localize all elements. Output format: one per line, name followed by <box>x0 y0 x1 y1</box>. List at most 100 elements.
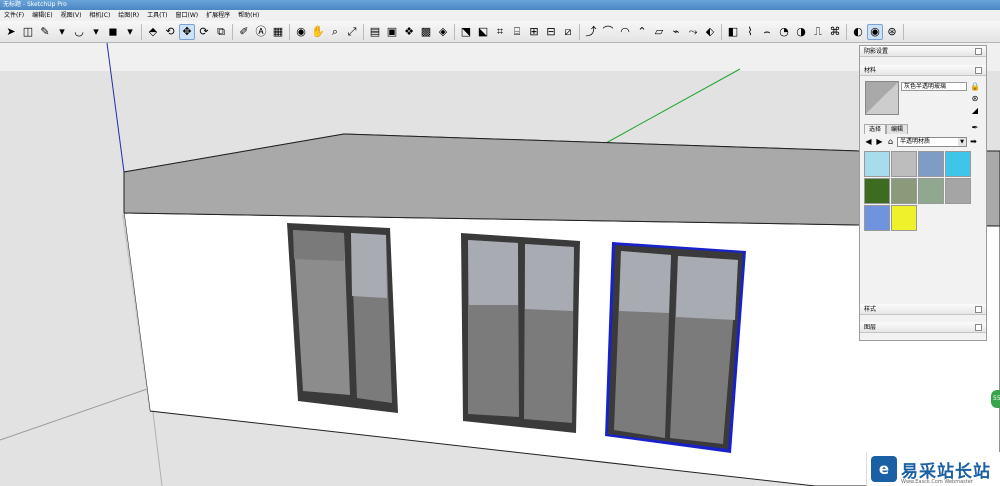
toolbar-tool-icon[interactable]: ⌸ <box>509 24 525 40</box>
material-swatch[interactable] <box>891 151 917 177</box>
toolbar-tool-icon[interactable]: ✋ <box>310 24 326 40</box>
toolbar-tool-icon[interactable]: ⊛ <box>884 24 900 40</box>
toolbar-tool-icon[interactable]: ⬖ <box>702 24 718 40</box>
toolbar-tool-icon[interactable]: ◼ <box>105 24 121 40</box>
toolbar-tool-icon[interactable]: ◉ <box>867 23 883 40</box>
tray-close-icon[interactable] <box>975 48 982 55</box>
home-icon[interactable]: ⌂ <box>886 137 895 146</box>
toolbar-tool-icon[interactable]: ▾ <box>122 24 138 40</box>
toolbar-tool-icon[interactable]: ⌒ <box>600 24 616 40</box>
toolbar-tool-icon[interactable]: ⌘ <box>827 24 843 40</box>
toolbar-tool-icon[interactable]: ➤ <box>3 24 19 40</box>
toolbar-tool-icon[interactable]: ❖ <box>401 24 417 40</box>
toolbar-tool-icon[interactable]: ◉ <box>293 24 309 40</box>
toolbar-tool-icon[interactable]: ◑ <box>793 24 809 40</box>
material-swatch[interactable] <box>918 178 944 204</box>
shadow-settings-header[interactable]: 阴影设置 <box>860 46 986 57</box>
layers-header[interactable]: 图层 <box>860 322 986 333</box>
toolbar-tool-icon[interactable]: ◡ <box>71 24 87 40</box>
toolbar-tool-icon[interactable]: ⟲ <box>162 24 178 40</box>
model-canvas[interactable] <box>0 42 1000 486</box>
menu-item[interactable]: 帮助(H) <box>234 10 263 21</box>
toolbar-tool-icon[interactable]: ⎍ <box>810 24 826 40</box>
menu-item[interactable]: 工具(T) <box>143 10 171 21</box>
material-preview[interactable] <box>865 81 899 115</box>
toolbar-tool-icon[interactable]: ▦ <box>270 24 286 40</box>
toolbar-tool-icon[interactable]: ✐ <box>236 24 252 40</box>
float-badge[interactable]: 55 <box>991 390 1000 408</box>
material-swatch[interactable] <box>891 178 917 204</box>
tray-close-icon[interactable] <box>975 67 982 74</box>
tab-edit[interactable]: 编辑 <box>886 124 909 134</box>
back-arrow-icon[interactable]: ◀ <box>864 137 873 146</box>
toolbar-tool-icon[interactable]: ⬕ <box>475 24 491 40</box>
resize-icon[interactable]: ◢ <box>970 106 980 116</box>
toolbar-tool-icon[interactable]: ⌕ <box>327 24 343 40</box>
toolbar-tool-icon[interactable]: ◈ <box>435 24 451 40</box>
toolbar-tool-icon[interactable]: ⬔ <box>458 24 474 40</box>
material-swatch[interactable] <box>945 151 971 177</box>
toolbar-tool-icon[interactable]: ⌇ <box>742 24 758 40</box>
menu-item[interactable]: 编辑(E) <box>28 10 56 21</box>
toolbar-tool-icon[interactable]: ⧄ <box>560 24 576 40</box>
toolbar-tool-icon[interactable]: ⌢ <box>759 24 775 40</box>
material-swatch[interactable] <box>891 205 917 231</box>
toolbar-tool-icon[interactable]: ◠ <box>617 24 633 40</box>
materials-label: 材料 <box>864 67 877 74</box>
material-swatch[interactable] <box>864 205 890 231</box>
toolbar-tool-icon[interactable]: ⌁ <box>668 24 684 40</box>
toolbar-tool-icon[interactable]: ⤳ <box>685 24 701 40</box>
toolbar-tool-icon[interactable]: ⊞ <box>526 24 542 40</box>
toolbar-tool-icon[interactable]: Ⓐ <box>253 24 269 40</box>
toolbar-tool-icon[interactable]: ⧉ <box>213 24 229 40</box>
toolbar-tool-icon[interactable]: ✎ <box>37 24 53 40</box>
menu-item[interactable]: 文件(F) <box>0 10 28 21</box>
window-left[interactable] <box>287 223 398 413</box>
menu-item[interactable]: 绘图(R) <box>114 10 143 21</box>
toolbar-tool-icon[interactable]: ✥ <box>179 23 195 40</box>
details-arrow-icon[interactable]: ➡ <box>969 137 978 146</box>
paint-icon[interactable]: ⊛ <box>970 94 980 104</box>
material-tabs: 选择 编辑 <box>864 124 909 134</box>
tab-select[interactable]: 选择 <box>864 124 887 134</box>
menu-item[interactable]: 窗口(W) <box>172 10 203 21</box>
watermark-logo: e <box>871 456 897 482</box>
drawing-viewport[interactable] <box>0 42 1000 486</box>
toolbar-tool-icon[interactable]: ▱ <box>651 24 667 40</box>
material-swatch[interactable] <box>945 178 971 204</box>
lock-icon[interactable]: 🔒 <box>970 82 980 92</box>
toolbar-tool-icon[interactable]: ⌃ <box>634 24 650 40</box>
menu-item[interactable]: 相机(C) <box>85 10 114 21</box>
toolbar-tool-icon[interactable]: ◐ <box>850 24 866 40</box>
window-middle[interactable] <box>461 233 580 433</box>
toolbar-tool-icon[interactable]: ▣ <box>384 24 400 40</box>
toolbar-tool-icon[interactable]: ▤ <box>367 24 383 40</box>
forward-arrow-icon[interactable]: ▶ <box>875 137 884 146</box>
material-swatch[interactable] <box>864 178 890 204</box>
toolbar-tool-icon[interactable]: ⊟ <box>543 24 559 40</box>
toolbar-tool-icon[interactable]: ⌗ <box>492 24 508 40</box>
menu-item[interactable]: 视图(V) <box>57 10 86 21</box>
toolbar-tool-icon[interactable]: ⤢ <box>344 24 360 40</box>
toolbar-tool-icon[interactable]: ⤴ <box>583 24 599 40</box>
material-swatch[interactable] <box>864 151 890 177</box>
tray-close-icon[interactable] <box>975 306 982 313</box>
toolbar-tool-icon[interactable]: ◧ <box>725 24 741 40</box>
toolbar-tool-icon[interactable]: ⬘ <box>145 24 161 40</box>
toolbar-tool-icon[interactable]: ▩ <box>418 24 434 40</box>
window-right-selected[interactable] <box>605 242 746 453</box>
toolbar-separator <box>903 23 904 40</box>
toolbar-tool-icon[interactable]: ▾ <box>88 24 104 40</box>
material-swatch[interactable] <box>918 151 944 177</box>
toolbar-tool-icon[interactable]: ▾ <box>54 24 70 40</box>
styles-header[interactable]: 样式 <box>860 304 986 315</box>
toolbar-tool-icon[interactable]: ⟳ <box>196 24 212 40</box>
materials-header[interactable]: 材料 <box>860 65 986 76</box>
material-name-field[interactable]: 灰色半透明玻璃 <box>901 82 967 91</box>
tray-close-icon[interactable] <box>975 324 982 331</box>
library-select[interactable]: 半透明材质 ▼ <box>897 136 967 147</box>
toolbar-tool-icon[interactable]: ◫ <box>20 24 36 40</box>
menu-item[interactable]: 扩展程序 <box>202 10 234 21</box>
toolbar-tool-icon[interactable]: ◔ <box>776 24 792 40</box>
eyedropper-icon[interactable]: ✒ <box>970 123 980 133</box>
